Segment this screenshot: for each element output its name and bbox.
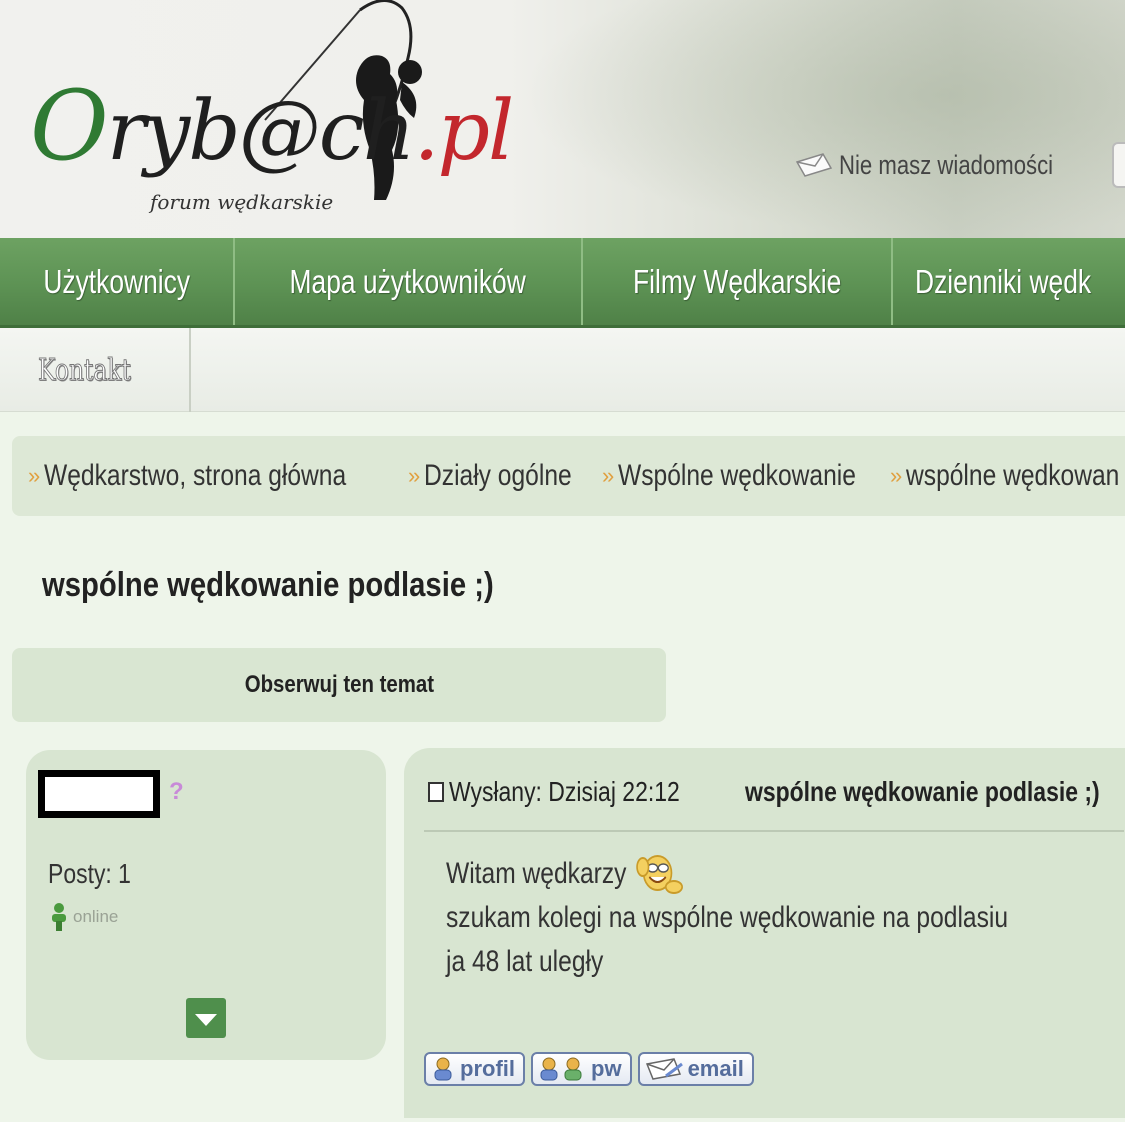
secondary-navigation: Kontakt xyxy=(0,328,1125,412)
post-actions: profil pw email xyxy=(424,1052,754,1086)
author-online-status: online xyxy=(48,902,118,932)
author-name-redacted[interactable] xyxy=(38,770,160,818)
breadcrumb-item-joint-fishing[interactable]: » Wspólne wędkowanie xyxy=(602,459,890,493)
nav-item-contact[interactable]: Kontakt xyxy=(0,328,191,412)
watch-topic-button[interactable]: Obserwuj ten temat xyxy=(12,648,666,722)
email-icon xyxy=(645,1058,683,1080)
topic-title: wspólne wędkowanie podlasie ;) xyxy=(42,566,494,604)
site-logo[interactable]: Oryb@ch.pl forum wędkarskie xyxy=(30,0,514,238)
post-header: Wysłany: Dzisiaj 22:12 wspólne wędkowani… xyxy=(428,776,1125,808)
email-button[interactable]: email xyxy=(637,1052,754,1086)
breadcrumb-item-general[interactable]: » Działy ogólne xyxy=(408,459,602,493)
breadcrumb-item-home[interactable]: » Wędkarstwo, strona główna xyxy=(28,459,408,493)
post-author-panel: ? Posty: 1 online xyxy=(26,750,386,1060)
nav-item-user-map[interactable]: Mapa użytkowników xyxy=(235,238,583,325)
post-subject: wspólne wędkowanie podlasie ;) xyxy=(745,776,1100,807)
private-message-button[interactable]: pw xyxy=(531,1052,632,1086)
pm-icon xyxy=(540,1057,582,1081)
messages-status: Nie masz wiadomości xyxy=(839,149,1054,180)
online-user-icon xyxy=(52,903,66,931)
post-content-panel: Wysłany: Dzisiaj 22:12 wspólne wędkowani… xyxy=(404,748,1125,1118)
gender-unknown-icon: ? xyxy=(169,778,184,805)
profile-icon xyxy=(434,1057,452,1081)
expand-author-button[interactable] xyxy=(186,998,226,1038)
author-post-count: Posty: 1 xyxy=(48,858,131,889)
breadcrumb: » Wędkarstwo, strona główna » Działy ogó… xyxy=(12,436,1125,516)
messages-link[interactable]: Nie masz wiadomości xyxy=(795,145,1100,185)
breadcrumb-separator-icon: » xyxy=(28,463,41,488)
main-navigation: Użytkownicy Mapa użytkowników Filmy Wędk… xyxy=(0,238,1125,328)
nav-item-users[interactable]: Użytkownicy xyxy=(0,238,235,325)
post-line: ja 48 lat uległy xyxy=(446,945,604,978)
post-body: Witam wędkarzy szukam kolegi na wspólne … xyxy=(446,852,1125,984)
post-divider xyxy=(424,830,1124,832)
site-header: Oryb@ch.pl forum wędkarskie Nie masz wia… xyxy=(0,0,1125,238)
nav-item-fishing-journals[interactable]: Dzienniki wędk xyxy=(893,238,1125,325)
logo-subtitle: forum wędkarskie xyxy=(150,190,334,214)
header-background xyxy=(520,0,1125,238)
smiley-wave-icon xyxy=(636,855,684,894)
header-search-box[interactable] xyxy=(1112,142,1125,188)
breadcrumb-separator-icon: » xyxy=(890,463,903,488)
nav-item-fishing-films[interactable]: Filmy Wędkarskie xyxy=(583,238,893,325)
envelope-icon xyxy=(795,153,833,177)
logo-wordmark: Oryb@ch.pl xyxy=(30,70,514,182)
breadcrumb-separator-icon: » xyxy=(602,463,615,488)
post-line: szukam kolegi na wspólne wędkowanie na p… xyxy=(446,901,1009,934)
breadcrumb-item-current-topic[interactable]: » wspólne wędkowan xyxy=(890,459,1125,493)
breadcrumb-separator-icon: » xyxy=(408,463,421,488)
doc-icon[interactable] xyxy=(428,782,444,802)
post-date: Wysłany: Dzisiaj 22:12 xyxy=(449,776,680,807)
chevron-down-icon xyxy=(195,1014,217,1026)
profile-button[interactable]: profil xyxy=(424,1052,525,1086)
post-line: Witam wędkarzy xyxy=(446,852,1008,896)
